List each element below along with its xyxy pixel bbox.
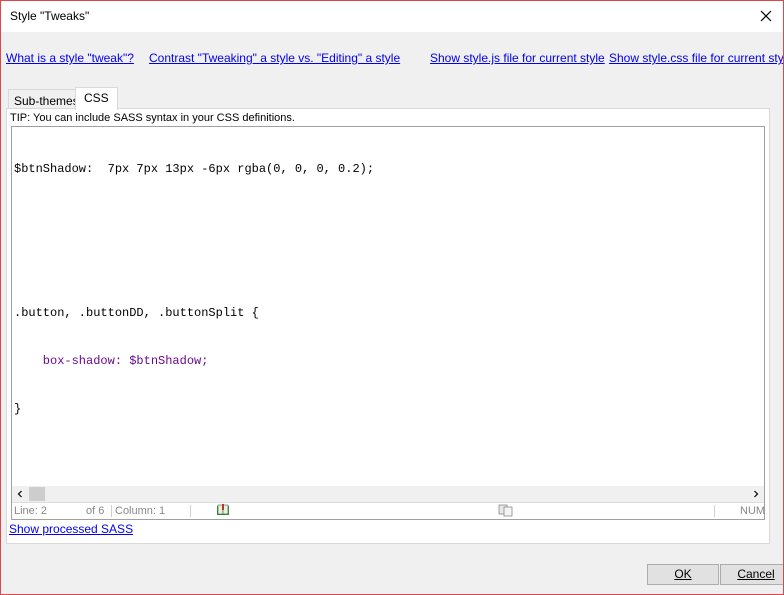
- code-line-4: .button, .buttonDD, .buttonSplit {: [14, 306, 259, 320]
- chevron-left-icon: [17, 490, 22, 498]
- status-line-count: of 6: [86, 505, 105, 517]
- ok-button-label: OK: [674, 567, 692, 581]
- chevron-right-icon: [754, 490, 759, 498]
- code-variable: $btnShadow;: [129, 354, 209, 368]
- cancel-button[interactable]: Cancel: [720, 564, 783, 585]
- tab-sub-themes[interactable]: Sub-themes: [8, 89, 85, 109]
- show-style-css-link[interactable]: Show style.css file for current style: [609, 51, 783, 65]
- scrollbar-thumb[interactable]: [29, 487, 45, 501]
- status-separator: [111, 505, 112, 517]
- ok-button[interactable]: OK: [647, 564, 719, 585]
- show-style-js-link[interactable]: Show style.js file for current style: [430, 51, 605, 65]
- scroll-right-button[interactable]: [748, 486, 764, 502]
- sass-tip: TIP: You can include SASS syntax in your…: [10, 112, 295, 124]
- code-text[interactable]: $btnShadow: 7px 7px 13px -6px rgba(0, 0,…: [14, 129, 374, 449]
- code-line-6: }: [14, 402, 22, 416]
- status-column: Column: 1: [115, 505, 166, 517]
- what-is-tweak-link[interactable]: What is a style "tweak"?: [6, 51, 134, 65]
- book-icon[interactable]: [216, 504, 230, 519]
- code-line-5: box-shadow: $btnShadow;: [14, 353, 374, 369]
- cancel-button-label: Cancel: [737, 567, 775, 581]
- code-property: box-shadow:: [14, 354, 130, 368]
- css-tab-panel: TIP: You can include SASS syntax in your…: [6, 108, 770, 544]
- close-icon: [760, 10, 772, 22]
- num-lock-indicator: NUM: [740, 505, 765, 517]
- css-code-editor[interactable]: $btnShadow: 7px 7px 13px -6px rgba(0, 0,…: [11, 126, 765, 520]
- style-tweaks-dialog: Style "Tweaks" What is a style "tweak"? …: [0, 0, 784, 595]
- title-bar: Style "Tweaks": [1, 1, 783, 31]
- horizontal-scrollbar[interactable]: [12, 486, 764, 502]
- show-processed-sass-link[interactable]: Show processed SASS: [9, 522, 133, 536]
- tab-css[interactable]: CSS: [75, 87, 118, 110]
- close-button[interactable]: [755, 5, 777, 27]
- code-line-1: $btnShadow: 7px 7px 13px -6px rgba(0, 0,…: [14, 162, 375, 176]
- status-separator: [190, 505, 191, 517]
- editor-status-bar: Line: 2 of 6 Column: 1 NUM: [12, 502, 764, 519]
- scroll-left-button[interactable]: [12, 486, 28, 502]
- contrast-tweaking-link[interactable]: Contrast "Tweaking" a style vs. "Editing…: [149, 51, 400, 65]
- copy-pages-icon[interactable]: [498, 504, 514, 519]
- dialog-title: Style "Tweaks": [10, 9, 90, 23]
- status-separator: [714, 505, 715, 517]
- dialog-content: What is a style "tweak"? Contrast "Tweak…: [1, 32, 783, 594]
- status-line: Line: 2: [14, 505, 48, 517]
